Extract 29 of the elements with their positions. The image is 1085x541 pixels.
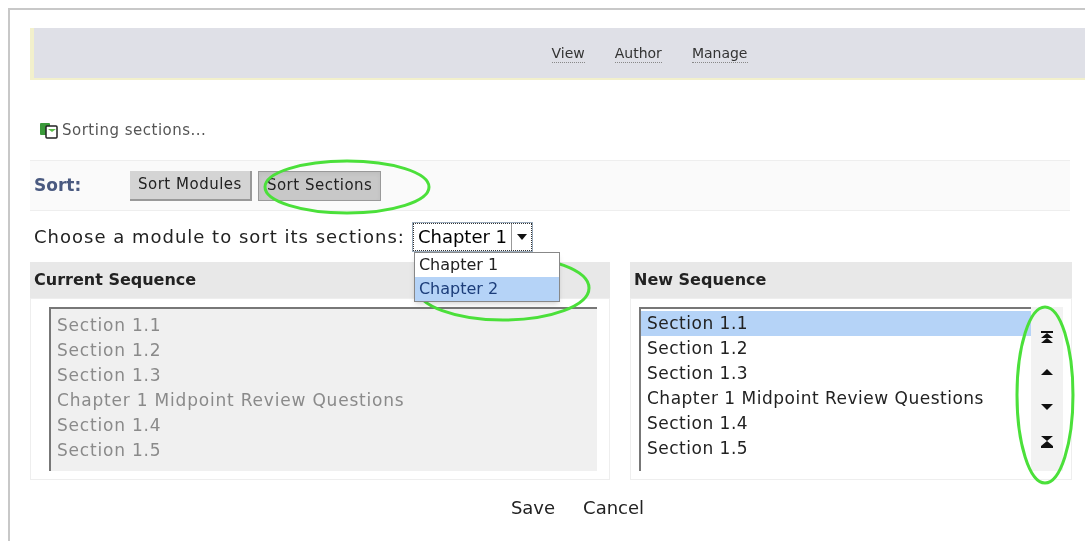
list-item: Section 1.2 [57,339,163,362]
nav-link[interactable]: View [551,43,585,63]
list-item[interactable]: Chapter 1 Midpoint Review Questions [641,386,1031,411]
nav-link[interactable]: Manage [691,43,748,63]
nav-link[interactable]: Author [614,43,662,63]
column-header: New Sequence [630,262,1072,298]
list-item[interactable]: Section 1.3 [641,361,1031,386]
list-item: Section 1.4 [57,414,163,437]
move-bottom-icon[interactable] [1040,434,1054,449]
new-sequence-list[interactable]: Section 1.1 Section 1.2 Section 1.3 Chapter 1 Midpoint Review Questions Section 1.4 Section 1.5 [639,307,1031,471]
action-button[interactable]: Save [510,494,556,521]
move-top-icon[interactable] [1040,329,1054,344]
module-prompt: Choose a module to sort its sections: [34,225,405,249]
caret-icon [516,233,527,240]
action-button[interactable]: Cancel [583,494,645,521]
sort-button[interactable]: Sort Modules [130,170,252,201]
list-item: Section 1.3 [57,364,163,387]
list-item[interactable]: Section 1.2 [641,336,1031,361]
list-item[interactable]: Section 1.4 [641,411,1031,436]
list-item[interactable]: Section 1.1 [641,311,1031,336]
list-item[interactable]: Section 1.5 [641,436,1031,461]
status-text: Sorting sections... [62,119,207,141]
list-item: Chapter 1 Midpoint Review Questions [57,389,406,412]
list-item: Section 1.1 [57,314,163,337]
sort-icon [38,120,60,140]
sort-label: Sort: [34,173,83,197]
sort-button[interactable]: Sort Sections [257,170,382,201]
dropdown-option[interactable]: Chapter 2 [414,276,559,301]
list-item: Section 1.5 [57,439,163,462]
